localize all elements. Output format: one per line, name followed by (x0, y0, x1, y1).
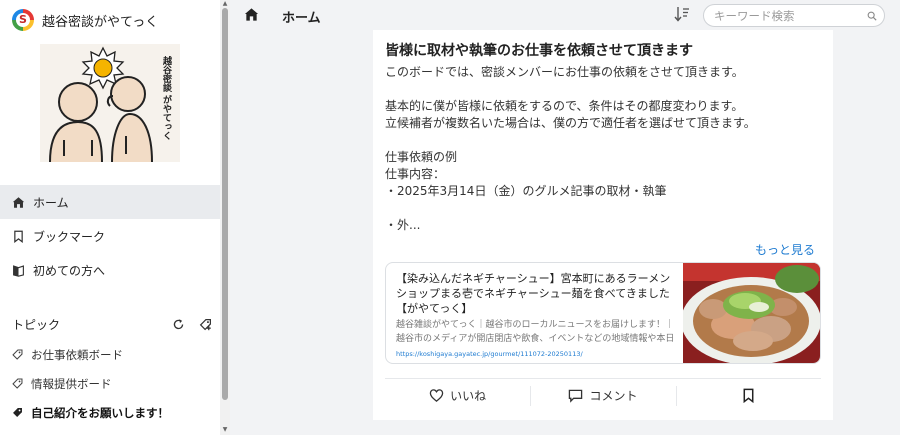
post-body-line: 立候補者が複数名いた場合は、僕の方で適任者を選ばせて頂きます。 (385, 116, 756, 130)
sidebar-scrollbar[interactable]: ▲ ▼ (220, 0, 230, 435)
tag-icon (12, 378, 23, 389)
add-tag-icon[interactable] (199, 318, 212, 331)
link-preview-description: 越谷雑談がやてっく｜越谷市のローカルニュースをお届けします！｜越谷市のメディアが… (396, 320, 675, 344)
top-header: ホーム (230, 0, 900, 30)
nav-item-label: ホーム (33, 195, 69, 210)
topics-heading: トピック (12, 318, 61, 332)
nav-item-bookmark[interactable]: ブックマーク (0, 219, 220, 253)
sidebar: S 越谷密談がやてっく 越谷密談 がやてっく ホーム ブックマーク 初めての方へ… (0, 0, 220, 435)
home-icon[interactable] (244, 7, 259, 22)
bookmark-button[interactable] (675, 379, 821, 412)
brand-name: 越谷密談がやてっく (42, 14, 159, 30)
search-icon[interactable] (867, 11, 877, 21)
nav-item-label: ブックマーク (33, 229, 106, 244)
brand[interactable]: S 越谷密談がやてっく (0, 0, 220, 40)
ramen-thumbnail-image (683, 263, 820, 363)
post-body: このボードでは、密談メンバーにお仕事の依頼をさせて頂きます。 基本的に僕が皆様に… (385, 64, 825, 234)
nav-item-label: 初めての方へ (33, 263, 106, 278)
scroll-up-arrow-icon[interactable]: ▲ (221, 1, 229, 7)
link-preview-title: 【染み込んだネギチャーシュー】宮本町にあるラーメンショップまる壱でネギチャーシュ… (396, 272, 671, 315)
scroll-down-arrow-icon[interactable]: ▼ (221, 427, 229, 433)
post-card: 皆様に取材や執筆のお仕事を依頼させて頂きます このボードでは、密談メンバーにお仕… (373, 30, 833, 420)
bookmark-icon (14, 230, 23, 243)
post-actions: いいね コメント (385, 378, 821, 412)
read-more-link[interactable]: もっと見る (755, 241, 815, 258)
post-body-line: 仕事依頼の例 (385, 150, 458, 164)
topic-item-label: 自己紹介をお願いします！ (31, 405, 169, 420)
main-nav: ホーム ブックマーク 初めての方へ (0, 185, 220, 287)
post-body-line: 基本的に僕が皆様に依頼をするので、条件はその都度変わります。 (385, 99, 744, 113)
comment-label: コメント (589, 389, 638, 403)
like-label: いいね (450, 389, 487, 403)
comment-button[interactable]: コメント (530, 379, 675, 412)
community-cover-image: 越谷密談 がやてっく (40, 44, 180, 163)
topic-item-job-board[interactable]: お仕事依頼ボード (0, 340, 220, 369)
tag-filled-icon (13, 408, 22, 417)
link-preview-url: https://koshigaya.gayatec.jp/gourmet/111… (396, 350, 583, 358)
post-body-line: 仕事内容： (385, 167, 446, 181)
scrollbar-thumb[interactable] (222, 8, 228, 400)
search-input[interactable] (714, 8, 864, 24)
heart-icon (429, 389, 444, 402)
topics-header: トピック (12, 316, 212, 333)
brand-logo-icon: S (12, 9, 34, 31)
tag-icon (12, 349, 23, 360)
link-preview-card[interactable]: 【染み込んだネギチャーシュー】宮本町にあるラーメンショップまる壱でネギチャーシュ… (385, 262, 821, 364)
search-box (703, 4, 885, 27)
home-icon (12, 196, 25, 208)
refresh-icon[interactable] (172, 318, 185, 331)
book-icon (13, 264, 24, 277)
comment-icon (569, 389, 583, 403)
topic-item-label: お仕事依頼ボード (31, 347, 123, 362)
post-body-line: ・2025年3月14日（金）のグルメ記事の取材・執筆 (385, 184, 667, 198)
cover-vertical-title: 越谷密談 がやてっく (161, 55, 173, 140)
topic-item-label: 情報提供ボード (31, 376, 112, 391)
nav-item-home[interactable]: ホーム (0, 185, 220, 219)
sort-icon[interactable] (673, 5, 691, 23)
topic-item-self-intro[interactable]: 自己紹介をお願いします！ (0, 398, 220, 427)
post-body-line: ・外... (385, 218, 421, 232)
like-button[interactable]: いいね (385, 379, 530, 412)
post-body-line: このボードでは、密談メンバーにお仕事の依頼をさせて頂きます。 (385, 65, 744, 79)
topic-item-info-board[interactable]: 情報提供ボード (0, 369, 220, 398)
post-title: 皆様に取材や執筆のお仕事を依頼させて頂きます (385, 43, 693, 59)
nav-item-first-time[interactable]: 初めての方へ (0, 253, 220, 287)
bookmark-icon (743, 388, 754, 403)
topic-list: お仕事依頼ボード 情報提供ボード 自己紹介をお願いします！ (0, 340, 220, 427)
page-title: ホーム (282, 11, 321, 26)
